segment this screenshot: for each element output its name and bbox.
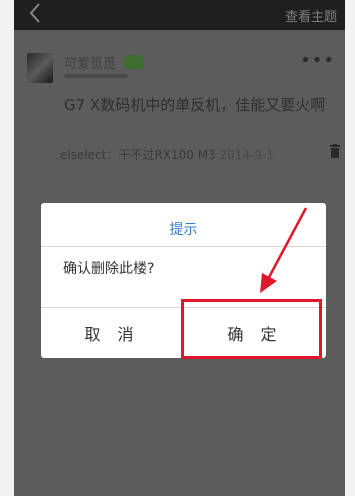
- dialog-message: 确认删除此楼?: [63, 261, 155, 277]
- top-nav-bar: 查看主题: [14, 0, 345, 30]
- reply-time: 2014-9-1: [219, 148, 274, 162]
- verified-badge-icon: [124, 55, 144, 69]
- avatar[interactable]: [27, 53, 53, 83]
- trash-icon[interactable]: [329, 144, 341, 158]
- post-text: G7 X数码机中的单反机，佳能又要火啊: [64, 96, 326, 114]
- annotation-highlight-box: [181, 299, 322, 359]
- reply-author: elselect：: [60, 148, 119, 162]
- post-meta-placeholder: [64, 74, 128, 78]
- left-gutter: [0, 0, 14, 496]
- annotation-arrow-icon: [260, 207, 308, 293]
- reply-text: 干不过RX100 M3: [118, 148, 216, 162]
- view-topic-link[interactable]: 查看主题: [285, 6, 337, 25]
- post-username[interactable]: 可爱觅觅: [64, 53, 116, 72]
- cancel-button[interactable]: 取 消: [41, 308, 183, 358]
- reply-line: elselect：干不过RX100 M3 2014-9-1: [60, 146, 274, 163]
- more-options-icon[interactable]: •••: [300, 50, 335, 71]
- right-gutter: [345, 0, 355, 496]
- back-chevron-icon[interactable]: [28, 2, 42, 24]
